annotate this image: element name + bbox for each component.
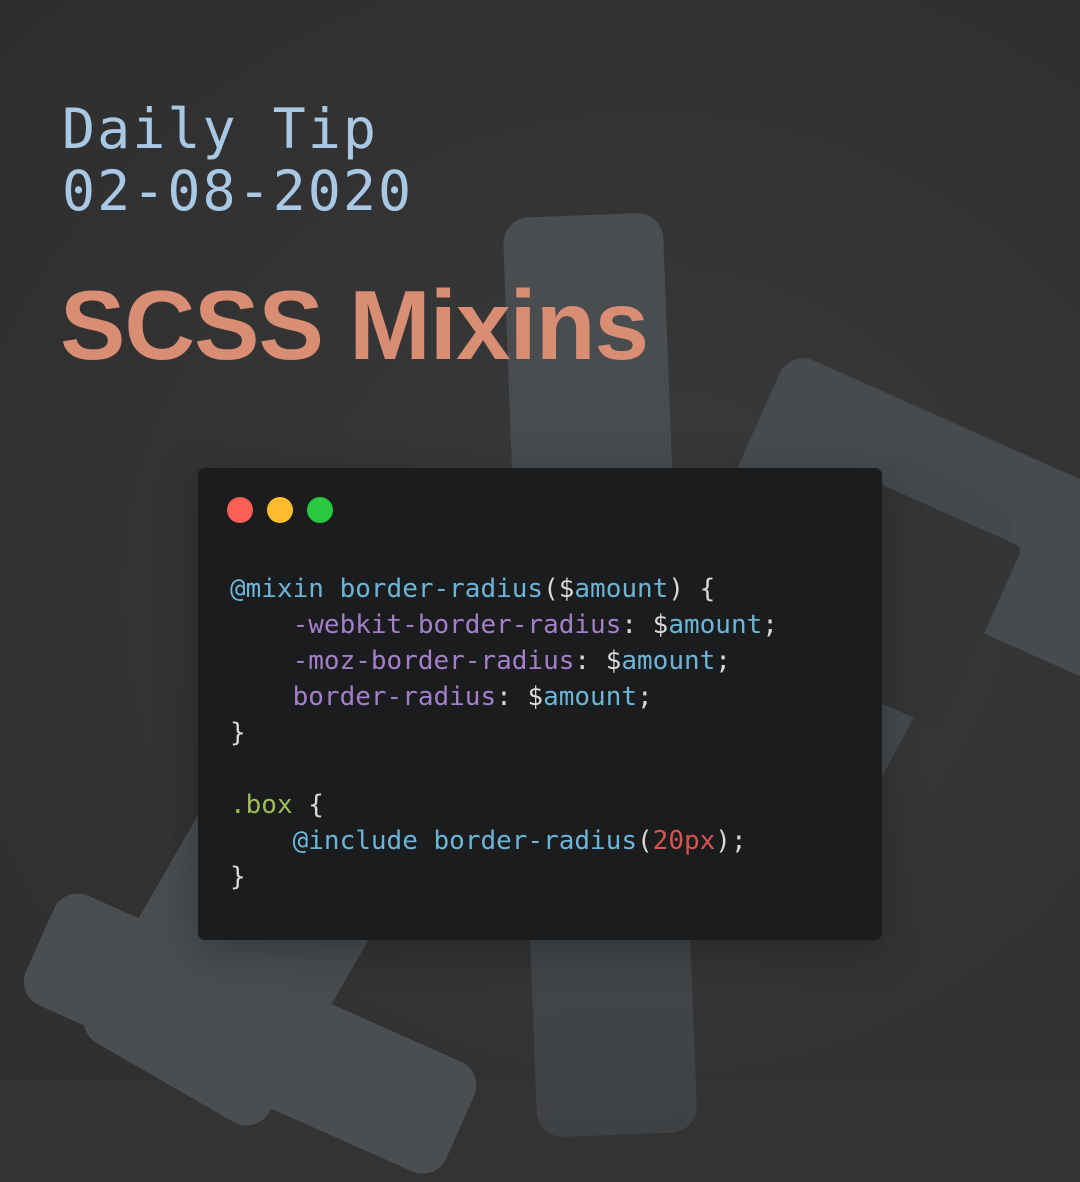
code-line: -moz-border-radius: $amount; <box>230 643 778 679</box>
header-label: Daily Tip <box>62 97 379 161</box>
code-token: : <box>621 610 653 640</box>
code-window: @mixin border-radius($amount) { -webkit-… <box>198 468 882 940</box>
code-token: ) { <box>668 574 716 604</box>
code-block: @mixin border-radius($amount) { -webkit-… <box>230 571 778 895</box>
maximize-dot[interactable] <box>307 497 333 523</box>
code-token: $ <box>652 610 669 640</box>
code-token: @include <box>292 826 434 856</box>
code-token: { <box>292 790 324 820</box>
code-token: ; <box>637 682 653 712</box>
code-token: ; <box>762 610 778 640</box>
code-token: ( <box>637 826 653 856</box>
code-token: ( <box>543 574 559 604</box>
code-token: : <box>574 646 606 676</box>
code-line: } <box>230 715 778 751</box>
code-line: @include border-radius(20px); <box>230 823 778 859</box>
code-token: $ <box>605 646 622 676</box>
code-line: -webkit-border-radius: $amount; <box>230 607 778 643</box>
code-token: border-radius <box>292 682 497 712</box>
code-line: .box { <box>230 787 778 823</box>
code-token: $ <box>527 682 544 712</box>
close-dot[interactable] <box>227 497 253 523</box>
code-token: border-radius <box>339 574 544 604</box>
header-date: 02-08-2020 <box>62 159 414 223</box>
code-token: amount <box>574 574 669 604</box>
code-token: ; <box>715 646 731 676</box>
window-controls <box>227 497 333 523</box>
code-token: ); <box>715 826 747 856</box>
code-token: } <box>230 718 246 748</box>
code-token: amount <box>668 610 763 640</box>
code-token: } <box>230 862 246 892</box>
code-line: @mixin border-radius($amount) { <box>230 571 778 607</box>
code-token: -moz-border-radius <box>292 646 575 676</box>
code-token: amount <box>621 646 716 676</box>
code-token: $ <box>558 574 575 604</box>
code-token: -webkit-border-radius <box>292 610 622 640</box>
code-token: 20px <box>652 826 716 856</box>
code-token: .box <box>230 790 293 820</box>
code-token: : <box>496 682 528 712</box>
code-token: amount <box>543 682 638 712</box>
minimize-dot[interactable] <box>267 497 293 523</box>
code-line: } <box>230 859 778 895</box>
code-line: border-radius: $amount; <box>230 679 778 715</box>
page-title: SCSS Mixins <box>60 270 649 380</box>
code-token: @mixin <box>230 574 340 604</box>
daily-tip-header: Daily Tip 02-08-2020 <box>62 98 413 222</box>
code-token: border-radius <box>433 826 638 856</box>
